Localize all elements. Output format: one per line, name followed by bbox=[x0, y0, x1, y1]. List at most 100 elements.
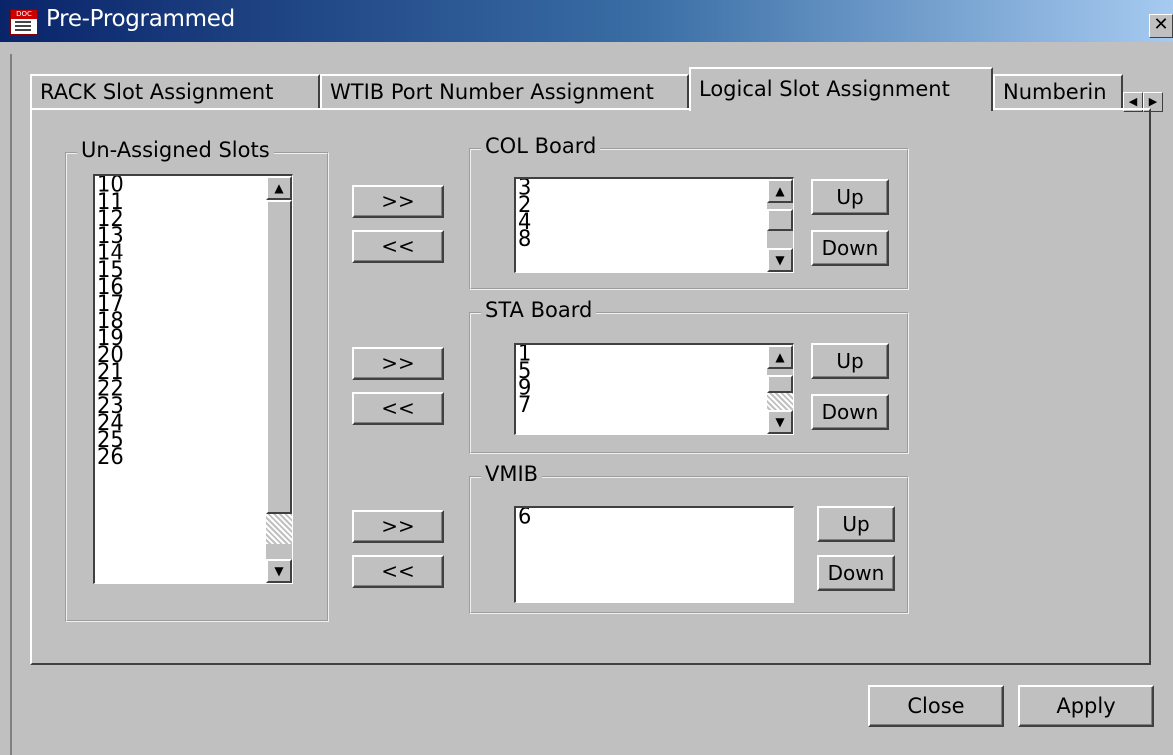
scroll-thumb[interactable] bbox=[767, 209, 793, 231]
list-item[interactable]: 12 bbox=[95, 207, 292, 229]
list-item[interactable]: 25 bbox=[95, 428, 292, 450]
button-label: Up bbox=[842, 512, 870, 536]
scroll-track[interactable] bbox=[767, 393, 793, 411]
window-title: Pre-Programmed bbox=[46, 6, 235, 32]
list-item[interactable]: 9 bbox=[516, 376, 793, 398]
vmib-group: VMIB 6 Up Down bbox=[469, 461, 909, 614]
close-button[interactable]: Close bbox=[868, 685, 1004, 727]
scroll-up-button[interactable]: ▲ bbox=[767, 179, 793, 203]
tab-numbering[interactable]: Numberin bbox=[993, 74, 1123, 109]
button-label: << bbox=[381, 396, 415, 420]
sta-board-up-button[interactable]: Up bbox=[811, 343, 889, 379]
scroll-track[interactable] bbox=[266, 514, 292, 544]
button-label: Up bbox=[836, 185, 864, 209]
col-board-scrollbar[interactable]: ▲ ▼ bbox=[767, 179, 793, 272]
list-item[interactable]: 24 bbox=[95, 411, 292, 433]
unassigned-slots-legend: Un-Assigned Slots bbox=[77, 137, 274, 163]
tab-label: Numberin bbox=[1003, 80, 1107, 104]
list-item[interactable]: 2 bbox=[516, 193, 793, 215]
tab-rack-slot-assignment[interactable]: RACK Slot Assignment bbox=[30, 74, 320, 109]
button-label: >> bbox=[381, 351, 415, 375]
col-board-group: COL Board 3248 ▲ ▼ Up Down bbox=[469, 133, 909, 290]
list-item[interactable]: 11 bbox=[95, 190, 292, 212]
left-arrow-icon: ◀ bbox=[1128, 95, 1138, 108]
tab-wtib-port-number-assignment[interactable]: WTIB Port Number Assignment bbox=[320, 74, 689, 109]
tab-label: RACK Slot Assignment bbox=[40, 80, 274, 104]
col-board-legend: COL Board bbox=[481, 133, 601, 159]
list-item[interactable]: 20 bbox=[95, 343, 292, 365]
scroll-down-button[interactable]: ▼ bbox=[767, 410, 793, 434]
down-arrow-icon: ▼ bbox=[775, 415, 785, 429]
app-doc-icon: DOC bbox=[10, 9, 38, 35]
remove-from-col-board-button[interactable]: << bbox=[352, 230, 444, 263]
list-item[interactable]: 26 bbox=[95, 445, 292, 467]
remove-from-sta-board-button[interactable]: << bbox=[352, 392, 444, 425]
vmib-listbox[interactable]: 6 bbox=[514, 506, 794, 603]
button-label: Down bbox=[821, 400, 879, 424]
right-arrow-icon: ▶ bbox=[1148, 95, 1158, 108]
col-board-down-button[interactable]: Down bbox=[811, 230, 889, 266]
col-board-items: 3248 bbox=[516, 179, 793, 249]
apply-button[interactable]: Apply bbox=[1018, 685, 1154, 727]
button-label: << bbox=[381, 234, 415, 258]
scroll-down-button[interactable]: ▼ bbox=[266, 559, 292, 583]
sta-board-legend: STA Board bbox=[481, 297, 597, 323]
list-item[interactable]: 18 bbox=[95, 309, 292, 331]
list-item[interactable]: 5 bbox=[516, 359, 793, 381]
list-item[interactable]: 16 bbox=[95, 275, 292, 297]
tab-logical-slot-assignment[interactable]: Logical Slot Assignment bbox=[689, 67, 993, 111]
list-item[interactable]: 13 bbox=[95, 224, 292, 246]
up-arrow-icon: ▲ bbox=[775, 184, 785, 198]
up-arrow-icon: ▲ bbox=[274, 181, 284, 195]
sta-board-scrollbar[interactable]: ▲ ▼ bbox=[767, 345, 793, 434]
scroll-up-button[interactable]: ▲ bbox=[266, 176, 292, 200]
scroll-down-button[interactable]: ▼ bbox=[767, 248, 793, 272]
list-item[interactable]: 3 bbox=[516, 179, 793, 198]
unassigned-scrollbar[interactable]: ▲ ▼ bbox=[266, 176, 292, 583]
sta-board-listbox[interactable]: 1597 ▲ ▼ bbox=[514, 343, 794, 435]
unassigned-slots-listbox[interactable]: 10 11 12 13 14 15 16 17 18 19 20 21 22 23 24 25 26 ▲ ▼ bbox=[93, 174, 293, 584]
list-item[interactable]: 10 bbox=[95, 176, 292, 195]
move-to-vmib-button[interactable]: >> bbox=[352, 510, 444, 543]
close-icon: ✕ bbox=[1153, 14, 1169, 35]
vmib-legend: VMIB bbox=[481, 461, 543, 487]
move-to-col-board-button[interactable]: >> bbox=[352, 185, 444, 218]
sta-board-down-button[interactable]: Down bbox=[811, 394, 889, 430]
button-label: >> bbox=[381, 514, 415, 538]
list-item[interactable]: 6 bbox=[516, 508, 793, 527]
list-item[interactable]: 22 bbox=[95, 377, 292, 399]
scroll-thumb[interactable] bbox=[266, 200, 292, 514]
list-item[interactable]: 4 bbox=[516, 210, 793, 232]
vmib-down-button[interactable]: Down bbox=[817, 555, 895, 591]
button-label: Down bbox=[827, 561, 885, 585]
button-label: Apply bbox=[1056, 694, 1116, 718]
col-board-up-button[interactable]: Up bbox=[811, 179, 889, 215]
sta-board-group: STA Board 1597 ▲ ▼ Up Down bbox=[469, 297, 909, 454]
vmib-up-button[interactable]: Up bbox=[817, 506, 895, 542]
list-item[interactable]: 14 bbox=[95, 241, 292, 263]
remove-from-vmib-button[interactable]: << bbox=[352, 555, 444, 588]
list-item[interactable]: 15 bbox=[95, 258, 292, 280]
list-item[interactable]: 8 bbox=[516, 227, 793, 249]
button-label: << bbox=[381, 559, 415, 583]
list-item[interactable]: 17 bbox=[95, 292, 292, 314]
button-label: Down bbox=[821, 236, 879, 260]
col-board-listbox[interactable]: 3248 ▲ ▼ bbox=[514, 177, 794, 273]
tab-panel-logical-slot-assignment: Un-Assigned Slots 10 11 12 13 14 15 16 17 18 19 20… bbox=[30, 108, 1151, 665]
down-arrow-icon: ▼ bbox=[274, 564, 284, 578]
list-item[interactable]: 23 bbox=[95, 394, 292, 416]
scroll-thumb[interactable] bbox=[767, 375, 793, 393]
move-to-sta-board-button[interactable]: >> bbox=[352, 347, 444, 380]
app-icon-label: DOC bbox=[11, 10, 37, 19]
scroll-up-button[interactable]: ▲ bbox=[767, 345, 793, 369]
tab-label: WTIB Port Number Assignment bbox=[330, 80, 654, 104]
window-close-button[interactable]: ✕ bbox=[1149, 14, 1173, 38]
up-arrow-icon: ▲ bbox=[775, 350, 785, 364]
list-item[interactable]: 7 bbox=[516, 393, 793, 415]
list-item[interactable]: 19 bbox=[95, 326, 292, 348]
title-bar: DOC Pre-Programmed bbox=[0, 0, 1173, 42]
button-label: >> bbox=[381, 189, 415, 213]
button-label: Close bbox=[907, 694, 965, 718]
list-item[interactable]: 21 bbox=[95, 360, 292, 382]
list-item[interactable]: 1 bbox=[516, 345, 793, 364]
